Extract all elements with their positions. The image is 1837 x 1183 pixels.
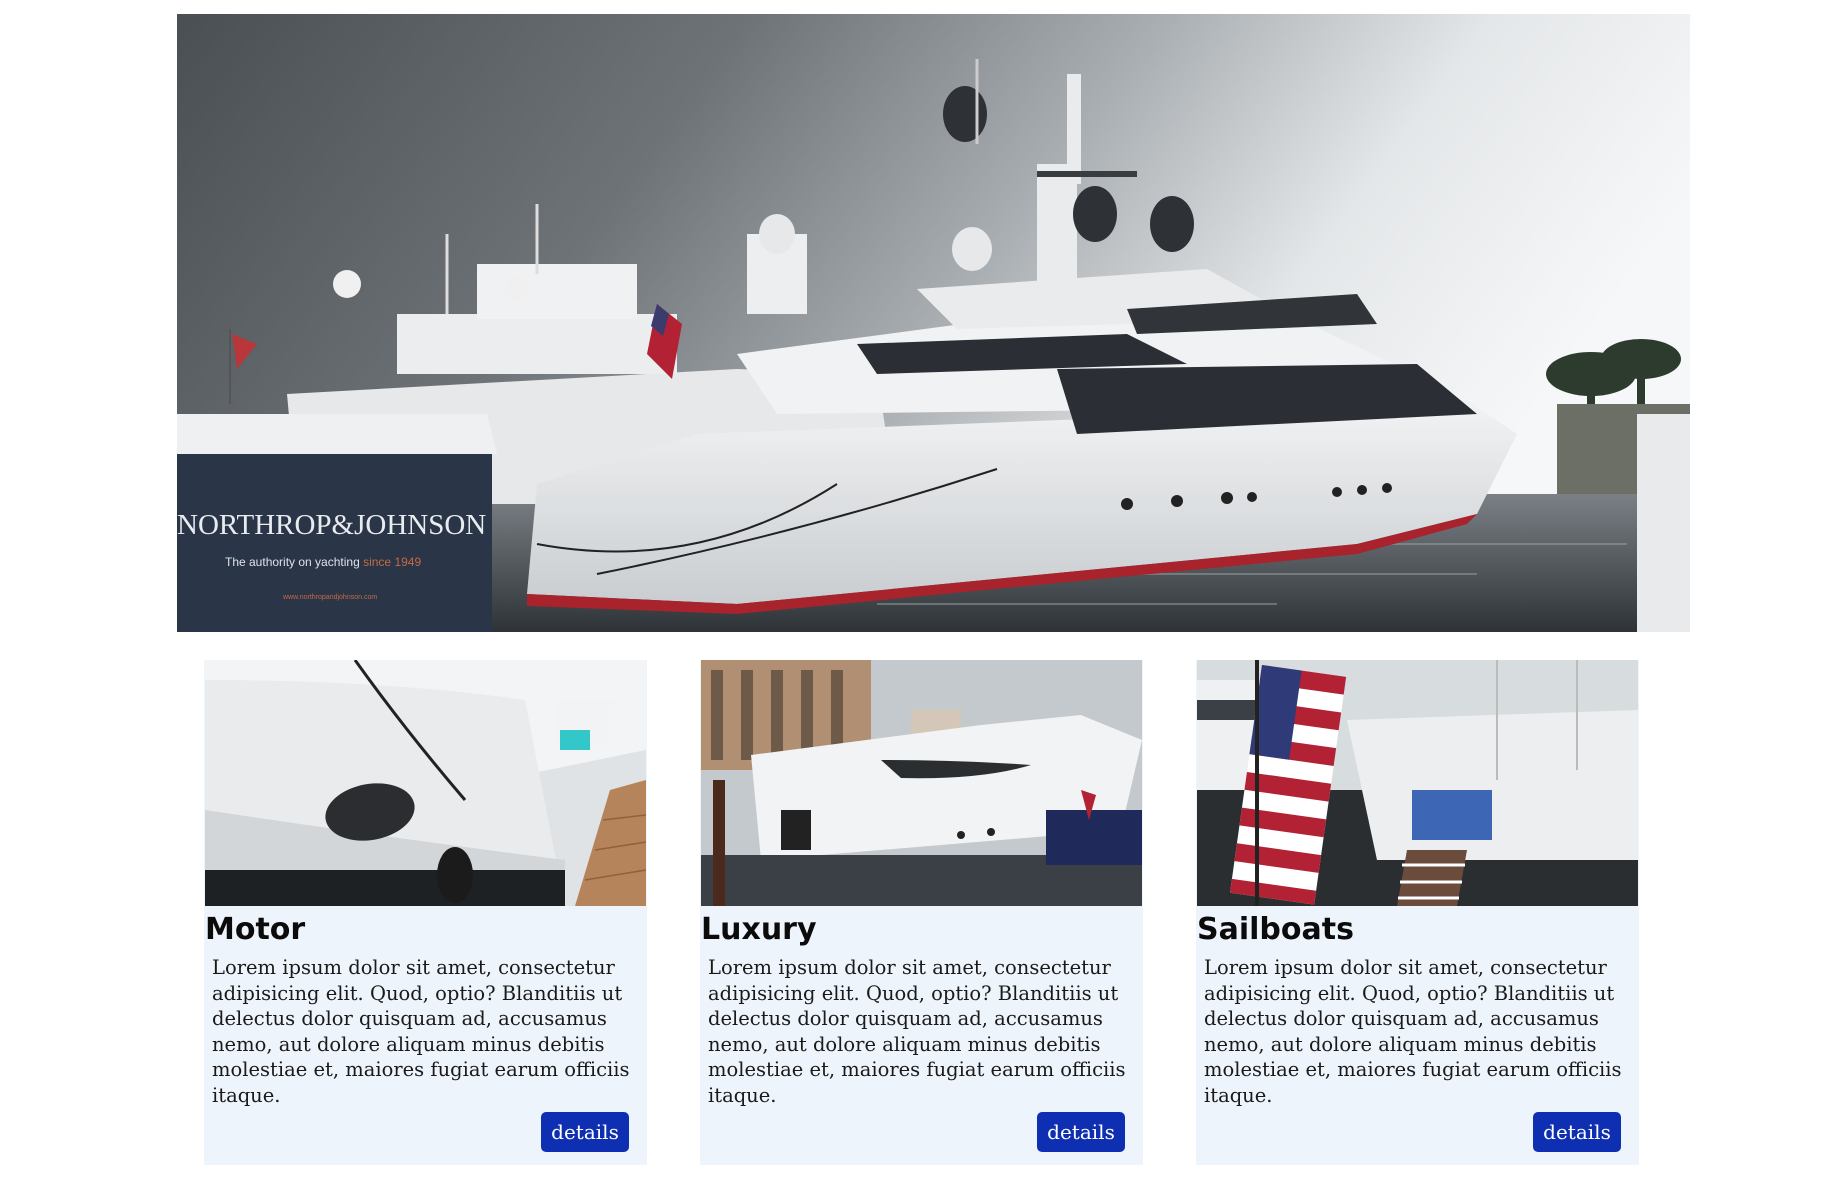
card-title-motor: Motor	[205, 912, 306, 947]
card-image-motor	[205, 660, 646, 906]
category-card-motor: Motor Lorem ipsum dolor sit amet, consec…	[204, 660, 647, 1165]
svg-text:The authority on yachting sinc: The authority on yachting since 1949	[225, 555, 421, 569]
card-description-luxury: Lorem ipsum dolor sit amet, consectetur …	[708, 956, 1126, 1107]
svg-text:www.northropandjohnson.com: www.northropandjohnson.com	[282, 594, 377, 601]
sponsor-brand-text: NORTHROP&JOHNSON	[177, 509, 486, 541]
details-button-sailboats[interactable]: details	[1533, 1112, 1621, 1152]
category-card-sailboats: Sailboats Lorem ipsum dolor sit amet, co…	[1196, 660, 1639, 1165]
hero-yacht-illustration: NORTHROP&JOHNSON The authority on yachti…	[177, 14, 1690, 632]
card-image-sailboats	[1197, 660, 1638, 906]
card-title-luxury: Luxury	[701, 912, 817, 947]
details-button-luxury[interactable]: details	[1037, 1112, 1125, 1152]
card-description-sailboats: Lorem ipsum dolor sit amet, consectetur …	[1204, 956, 1622, 1107]
category-card-luxury: Luxury Lorem ipsum dolor sit amet, conse…	[700, 660, 1143, 1165]
card-title-sailboats: Sailboats	[1197, 912, 1354, 947]
card-description-motor: Lorem ipsum dolor sit amet, consectetur …	[212, 956, 630, 1107]
page: NORTHROP&JOHNSON The authority on yachti…	[0, 0, 1837, 1183]
hero-image: NORTHROP&JOHNSON The authority on yachti…	[177, 14, 1690, 632]
details-button-motor[interactable]: details	[541, 1112, 629, 1152]
card-image-luxury	[701, 660, 1142, 906]
